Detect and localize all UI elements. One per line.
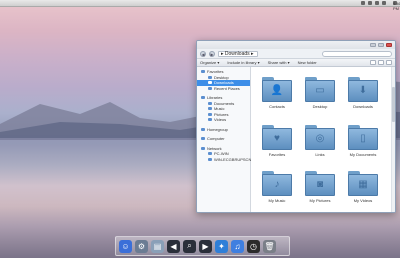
folder-icon: ♪: [262, 171, 292, 196]
folder-my-videos[interactable]: ▦ My Videos: [343, 171, 383, 211]
include-library-button[interactable]: Include in library ▾: [227, 60, 259, 65]
navigation-pane: Favorites Desktop Downloads Recent Place…: [197, 67, 251, 212]
pictures-icon: [208, 112, 212, 116]
computer-icon: [201, 137, 205, 141]
folder-label: My Music: [268, 198, 286, 203]
folder-favorites[interactable]: ♥ Favorites: [257, 125, 297, 165]
forward-arrow-icon[interactable]: ▶: [199, 239, 212, 253]
clock-icon[interactable]: ◷: [247, 239, 260, 253]
dock: ☺ ⚙ ▤ ◀ ⌕ ▶ ✦ ♫ ◷ 🗑: [115, 236, 290, 256]
documents-icon: [208, 101, 212, 105]
path-field[interactable]: ▸ Downloads ▸: [218, 50, 258, 57]
preview-pane-button[interactable]: [378, 60, 384, 65]
search-icon[interactable]: ⌕: [183, 239, 196, 253]
view-controls: [370, 60, 392, 65]
appstore-icon[interactable]: ⚙: [135, 239, 148, 253]
safari-icon[interactable]: ✦: [215, 239, 228, 253]
pc-icon: [208, 152, 212, 156]
homegroup-icon: [201, 127, 205, 131]
folder-icon: 👤: [262, 77, 292, 102]
folder-label: Contacts: [269, 104, 285, 109]
folder-links[interactable]: ◎ Links: [300, 125, 340, 165]
music-icon: [208, 107, 212, 111]
wifi-icon[interactable]: [361, 1, 365, 5]
recent-places-icon: [208, 86, 212, 90]
user-icon[interactable]: [382, 1, 386, 5]
trash-icon[interactable]: 🗑: [263, 239, 276, 253]
folder-downloads[interactable]: ⬇ Downloads: [343, 77, 383, 117]
folder-icon: ◎: [305, 125, 335, 150]
back-arrow-icon[interactable]: ◀: [167, 239, 180, 253]
favorites-group: Favorites Desktop Downloads Recent Place…: [197, 69, 250, 91]
sidebar-item-videos[interactable]: Videos: [197, 117, 250, 123]
folder-desktop[interactable]: ▭ Desktop: [300, 77, 340, 117]
address-bar: ◀ ▶ ▸ Downloads ▸: [197, 49, 395, 58]
network-icon: [201, 146, 205, 150]
sidebar-computer[interactable]: Computer: [197, 136, 250, 142]
back-button[interactable]: ◀: [200, 50, 206, 57]
close-button[interactable]: [386, 43, 392, 47]
view-options-button[interactable]: [370, 60, 376, 65]
menu-bar: 4:46 PM: [0, 0, 400, 11]
folder-contacts[interactable]: 👤 Contacts: [257, 77, 297, 117]
sidebar-item-recent-places[interactable]: Recent Places: [197, 86, 250, 92]
folder-label: Downloads: [353, 104, 373, 109]
folder-icon: ◙: [305, 171, 335, 196]
library-icon: [201, 96, 205, 100]
finder-icon[interactable]: ☺: [119, 239, 132, 253]
libraries-group: Libraries Documents Music Pictures Video…: [197, 95, 250, 123]
folder-label: Favorites: [268, 152, 286, 157]
sidebar-item-win-pc[interactable]: WIN-ECGBRUPSCN: [197, 157, 251, 163]
share-with-button[interactable]: Share with ▾: [268, 60, 290, 65]
help-button[interactable]: [386, 60, 392, 65]
folder-label: My Pictures: [309, 198, 331, 203]
downloads-icon: [208, 81, 212, 85]
volume-icon[interactable]: [368, 1, 372, 5]
folder-icon: ♥: [262, 125, 292, 150]
window-controls: [370, 43, 392, 47]
folder-icon: ▯: [348, 125, 378, 150]
folder-label: Desktop: [312, 104, 328, 109]
folder-label: My Documents: [349, 152, 377, 157]
new-folder-button[interactable]: New folder: [298, 60, 317, 65]
search-input[interactable]: [322, 50, 392, 57]
forward-button[interactable]: ▶: [209, 50, 215, 57]
path-text: ▸ Downloads ▸: [221, 50, 254, 57]
maximize-button[interactable]: [378, 43, 384, 47]
pc-icon: [208, 157, 212, 161]
folder-icon: ▭: [305, 77, 335, 102]
window-body: Favorites Desktop Downloads Recent Place…: [197, 67, 395, 212]
apple-icon[interactable]: [3, 1, 9, 6]
star-icon: [201, 70, 205, 74]
battery-icon[interactable]: [375, 1, 379, 5]
itunes-icon[interactable]: ♫: [231, 239, 244, 253]
explorer-icon[interactable]: ▤: [151, 239, 164, 253]
homegroup-group: Homegroup: [197, 127, 250, 133]
explorer-window: ◀ ▶ ▸ Downloads ▸ Organize ▾ Include in …: [196, 40, 396, 213]
status-icons: 4:46 PM: [361, 1, 400, 11]
minimize-button[interactable]: [370, 43, 376, 47]
videos-icon: [208, 118, 212, 122]
folder-my-documents[interactable]: ▯ My Documents: [343, 125, 383, 165]
organize-button[interactable]: Organize ▾: [200, 60, 219, 65]
sidebar-homegroup[interactable]: Homegroup: [197, 127, 250, 133]
file-view: 👤 Contacts ▭ Desktop ⬇ Downloads ♥ Favor…: [251, 67, 395, 212]
folder-icon: ▦: [348, 171, 378, 196]
computer-group: Computer: [197, 136, 250, 142]
vertical-scrollbar[interactable]: [391, 67, 395, 212]
title-bar[interactable]: [197, 41, 395, 49]
folder-label: My Videos: [353, 198, 373, 203]
folder-icon: ⬇: [348, 77, 378, 102]
command-bar: Organize ▾ Include in library ▾ Share wi…: [197, 58, 395, 67]
folder-my-pictures[interactable]: ◙ My Pictures: [300, 171, 340, 211]
network-group: Network PC-WIN WIN-ECGBRUPSCN: [197, 146, 251, 163]
desktop-icon: [208, 75, 212, 79]
folder-my-music[interactable]: ♪ My Music: [257, 171, 297, 211]
folder-label: Links: [315, 152, 325, 157]
clock-text[interactable]: 4:46 PM: [393, 1, 400, 11]
scrollbar-thumb[interactable]: [392, 87, 395, 122]
